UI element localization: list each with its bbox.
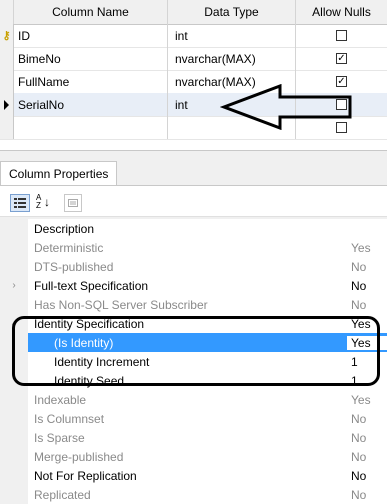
property-value[interactable]: Yes [347,317,387,331]
property-value[interactable]: 1 [347,374,387,388]
property-value: No [351,430,367,445]
property-value: No [351,411,367,426]
property-gutter [0,409,28,428]
tab-column-properties[interactable]: Column Properties [0,161,118,186]
property-row[interactable]: Merge-published No [0,447,387,466]
property-row[interactable]: ⌄ Identity Specification Yes [0,314,387,333]
row-selector[interactable] [0,47,14,70]
property-row[interactable]: Identity Increment 1 [0,352,387,371]
data-type-header[interactable]: Data Type [168,0,296,24]
table-row[interactable]: ⚷ ID int [0,24,387,48]
property-row[interactable]: Identity Seed 1 [0,371,387,390]
property-gutter [0,352,28,371]
current-row-arrow-icon [4,99,9,110]
column-name-cell[interactable]: BimeNo [14,47,168,70]
categorized-icon[interactable] [10,194,30,212]
property-value: No [351,259,367,274]
property-value[interactable]: No [347,279,387,293]
property-name: Not For Replication [34,468,137,483]
row-selector[interactable] [0,93,14,116]
property-name: Indexable [34,392,87,407]
property-row[interactable]: Indexable Yes [0,390,387,409]
property-gutter [0,295,28,314]
property-row[interactable]: Has Non-SQL Server Subscriber No [0,295,387,314]
row-selector[interactable] [0,70,14,93]
property-row[interactable]: › Full-text Specification No [0,276,387,295]
property-name: Deterministic [34,240,104,255]
row-selector-header [0,0,14,24]
property-value[interactable]: Yes [347,335,387,350]
property-name: Has Non-SQL Server Subscriber [34,297,208,312]
property-name: (Is Identity) [54,335,114,350]
property-name: Identity Seed [54,373,125,388]
property-gutter [0,219,28,238]
properties-toolbar: A Z ↓ [0,185,387,217]
grid-header: Column Name Data Type Allow Nulls [0,0,387,25]
alphabetical-sort-icon[interactable]: A Z ↓ [34,194,52,210]
expand-chevron-icon[interactable]: › [0,276,28,295]
property-row[interactable]: DTS-published No [0,257,387,276]
property-gutter [0,257,28,276]
property-value: No [351,449,367,464]
property-name: Description [34,221,95,236]
table-designer-grid: Column Name Data Type Allow Nulls ⚷ ID int… [0,0,387,142]
property-row[interactable]: Replicated No [0,485,387,504]
property-name: Replicated [34,487,91,502]
property-gutter [0,428,28,447]
sort-label: A Z [36,193,41,210]
property-name: Is Sparse [34,430,85,445]
property-value[interactable]: No [347,469,387,483]
property-name: Identity Specification [34,316,145,331]
property-value: No [351,487,367,502]
collapse-chevron-icon[interactable]: ⌄ [0,314,28,333]
property-name: Is Columnset [34,411,105,426]
property-gutter [0,466,28,485]
property-gutter [0,447,28,466]
property-row[interactable]: Not For Replication No [0,466,387,485]
property-value: Yes [351,240,371,255]
property-row[interactable]: Description [0,219,387,238]
property-name: Merge-published [34,449,124,464]
property-gutter [0,333,28,352]
property-value[interactable]: 1 [347,355,387,369]
primary-key-icon: ⚷ [2,30,11,42]
table-row[interactable]: BimeNo nvarchar(MAX) ✓ [0,47,387,71]
column-name-cell[interactable]: FullName [14,70,168,93]
row-selector[interactable]: ⚷ [0,24,14,47]
allow-nulls-checkbox[interactable] [336,30,347,41]
property-value: No [351,297,367,312]
property-row[interactable]: Deterministic Yes [0,238,387,257]
property-row[interactable]: Is Columnset No [0,409,387,428]
property-gutter [0,238,28,257]
property-row[interactable]: Is Sparse No [0,428,387,447]
column-name-cell[interactable]: ID [14,24,168,47]
property-name: DTS-published [34,259,114,274]
allow-nulls-checkbox[interactable]: ✓ [336,53,347,64]
annotation-arrow-icon [220,84,352,130]
property-gutter [0,485,28,504]
property-name: Full-text Specification [34,278,149,293]
column-properties-pane: Column Properties A Z ↓ Description Determ… [0,150,387,504]
property-row[interactable]: (Is Identity) Yes [0,333,387,352]
allow-nulls-header[interactable]: Allow Nulls [296,0,387,24]
property-name: Identity Increment [54,354,150,369]
allow-nulls-cell: ✓ [296,47,387,70]
property-gutter [0,390,28,409]
property-gutter [0,371,28,390]
column-name-header[interactable]: Column Name [14,0,168,24]
property-pages-icon[interactable] [64,194,82,212]
allow-nulls-cell [296,24,387,47]
property-value: Yes [351,392,371,407]
data-type-cell[interactable]: int [168,24,296,47]
data-type-cell[interactable]: nvarchar(MAX) [168,47,296,70]
column-name-cell[interactable] [14,116,168,139]
row-selector[interactable] [0,116,14,139]
column-name-cell[interactable]: SerialNo [14,93,168,116]
property-grid: Description Deterministic Yes DTS-published… [0,219,387,504]
